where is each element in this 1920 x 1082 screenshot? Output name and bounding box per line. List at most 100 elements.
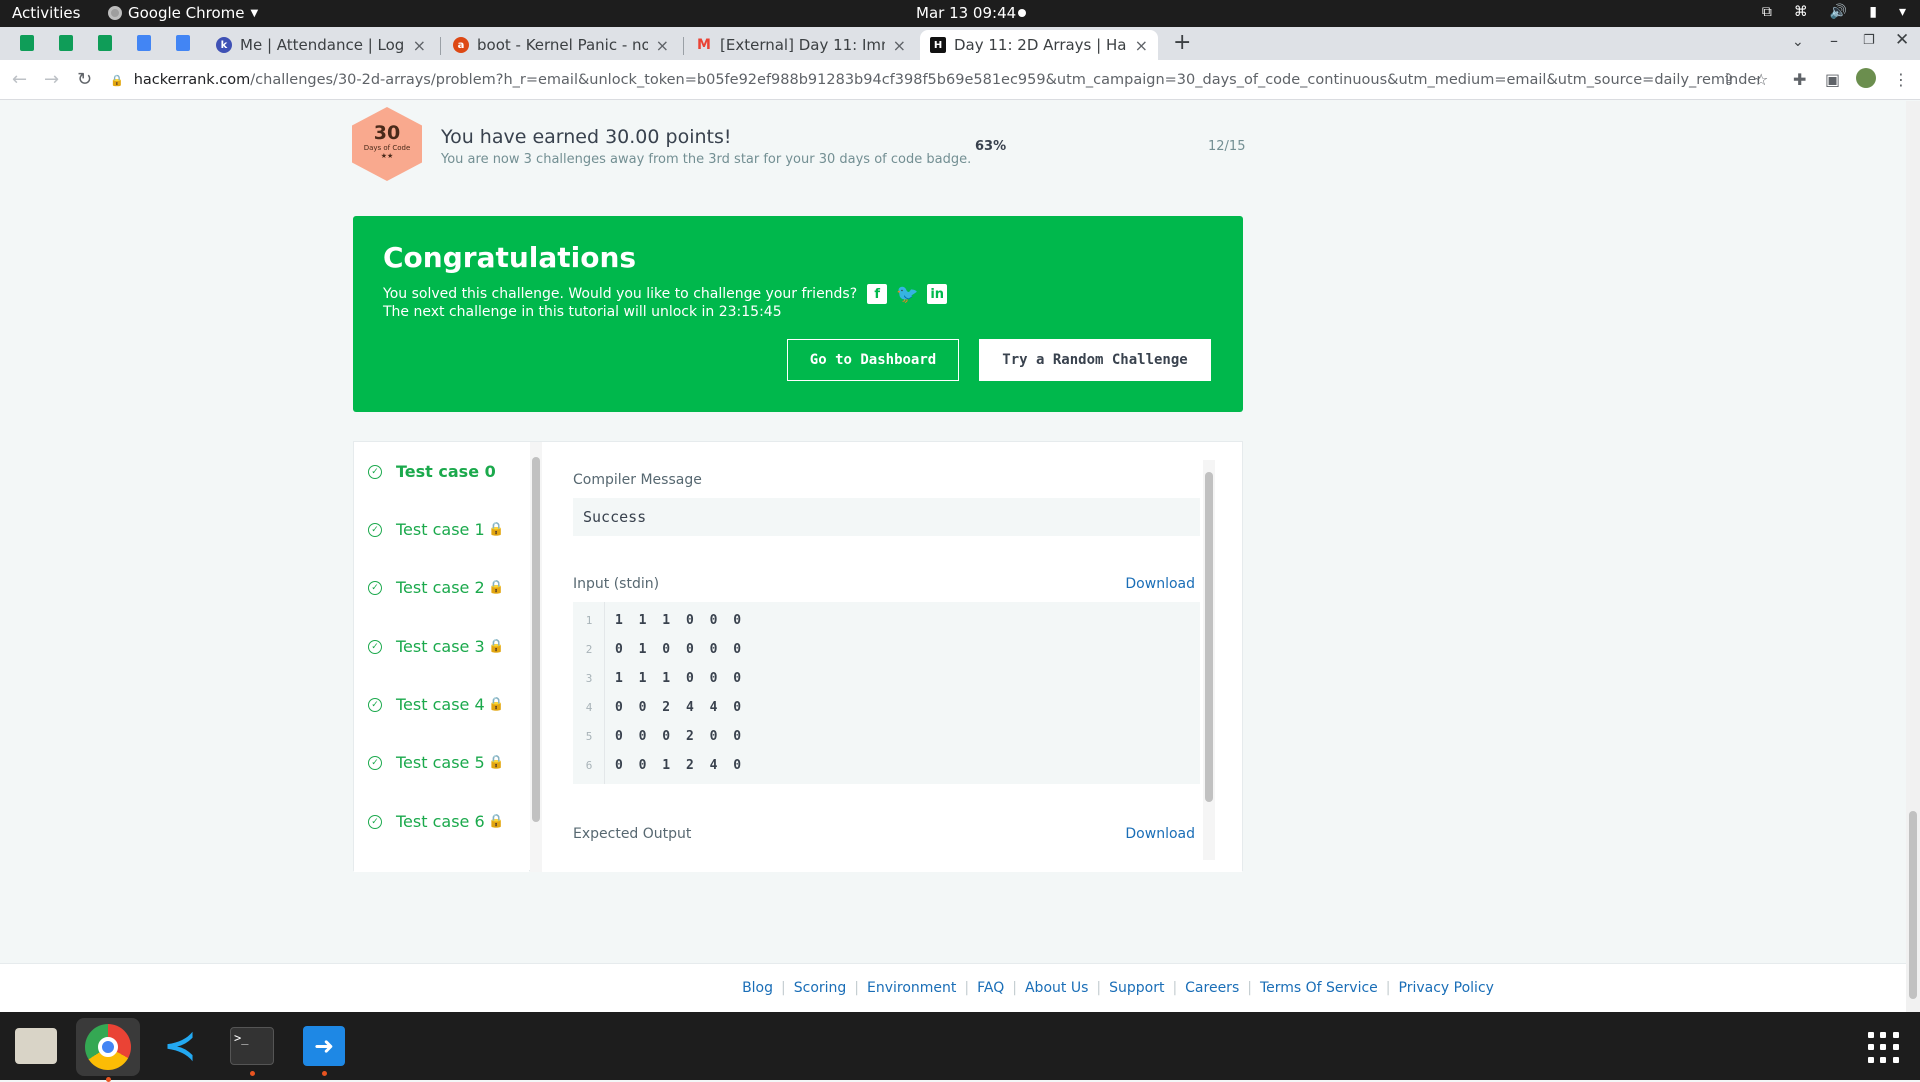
profile-avatar[interactable] <box>1856 68 1876 88</box>
vscode-icon[interactable]: ≺ <box>156 1022 204 1070</box>
twitter-icon[interactable]: 🐦 <box>896 284 918 305</box>
challenge-friends-row: You solved this challenge. Would you lik… <box>383 284 948 305</box>
volume-icon[interactable]: 🔊 <box>1830 4 1847 20</box>
test-case-list: ✓ Test case 0 ✓ Test case 1 🔒 ✓ Test case 2 🔒… <box>354 442 529 872</box>
restore-icon[interactable]: ❐ <box>1863 33 1875 48</box>
test-case-item[interactable]: ✓ Test case 4 🔒 <box>368 695 513 714</box>
test-case-item[interactable]: ✓ Test case 5 🔒 <box>368 753 513 772</box>
random-challenge-button[interactable]: Try a Random Challenge <box>979 339 1211 381</box>
footer-separator: | <box>964 980 970 996</box>
tab-divider <box>683 37 684 55</box>
chrome-menu-icon[interactable]: ⋮ <box>1893 70 1909 89</box>
clock[interactable]: Mar 13 09:44 <box>916 4 1016 22</box>
forward-icon[interactable]: → <box>44 69 59 90</box>
docs-icon[interactable] <box>134 33 154 53</box>
output-scrollbar[interactable] <box>1203 460 1215 860</box>
input-line: 1 1 1 0 0 0 <box>615 613 746 628</box>
line-number: 2 <box>585 643 593 656</box>
lock-icon: 🔒 <box>488 697 505 712</box>
footer-link-scoring[interactable]: Scoring <box>794 980 847 996</box>
footer-link-support[interactable]: Support <box>1109 980 1164 996</box>
minimize-icon[interactable]: – <box>1830 31 1838 50</box>
go-to-dashboard-button[interactable]: Go to Dashboard <box>787 339 959 381</box>
close-tab-icon[interactable]: × <box>413 36 426 55</box>
scrollbar-thumb[interactable] <box>1205 472 1213 802</box>
remote-desktop-icon[interactable]: ➜ <box>300 1022 348 1076</box>
lock-icon: 🔒 <box>488 755 505 770</box>
facebook-icon[interactable]: f <box>867 284 888 304</box>
line-number: 4 <box>585 701 593 714</box>
footer-link-careers[interactable]: Careers <box>1185 980 1239 996</box>
test-case-scrollbar[interactable] <box>530 442 542 872</box>
show-apps-grid-icon[interactable] <box>1868 1032 1900 1064</box>
test-case-item[interactable]: ✓ Test case 2 🔒 <box>368 578 513 597</box>
tab-gmail[interactable]: M [External] Day 11: Immers × <box>686 30 916 60</box>
footer-link-faq[interactable]: FAQ <box>977 980 1004 996</box>
footer-link-blog[interactable]: Blog <box>742 980 773 996</box>
download-expected-link[interactable]: Download <box>1125 826 1195 842</box>
test-case-item[interactable]: ✓ Test case 6 🔒 <box>368 812 513 831</box>
footer-link-terms[interactable]: Terms Of Service <box>1260 980 1378 996</box>
close-tab-icon[interactable]: × <box>893 36 906 55</box>
footer-links: Blog | Scoring | Environment | FAQ | About U… <box>0 963 1906 1012</box>
challenge-friends-text: You solved this challenge. Would you lik… <box>383 286 858 302</box>
check-icon: ✓ <box>368 580 382 595</box>
footer-separator: | <box>854 980 860 996</box>
gmail-icon: M <box>697 37 711 53</box>
sheets-icon[interactable] <box>95 33 115 53</box>
test-case-item[interactable]: ✓ Test case 1 🔒 <box>368 520 513 539</box>
check-icon: ✓ <box>368 464 382 479</box>
close-tab-icon[interactable]: × <box>656 36 669 55</box>
test-case-item[interactable]: ✓ Test case 3 🔒 <box>368 637 513 656</box>
system-tray[interactable]: ⧉ ⌘ 🔊 ▮ ▾ <box>1762 4 1906 20</box>
days-of-code-badge: 30 Days of Code ★★ <box>352 107 422 181</box>
chrome-icon[interactable] <box>76 1018 140 1082</box>
network-icon[interactable]: ⌘ <box>1794 4 1808 20</box>
files-icon[interactable] <box>12 1022 60 1070</box>
tab-title: [External] Day 11: Immers <box>720 36 885 54</box>
app-menu[interactable]: Google Chrome ▼ <box>108 4 258 22</box>
test-case-label: Test case 5 <box>396 753 485 772</box>
app-name: Google Chrome <box>128 4 245 22</box>
scrollbar-thumb[interactable] <box>1909 811 1917 999</box>
line-gutter <box>573 602 605 784</box>
check-icon: ✓ <box>368 639 382 654</box>
check-icon: ✓ <box>368 755 382 770</box>
download-input-link[interactable]: Download <box>1125 576 1195 592</box>
close-window-icon[interactable]: ✕ <box>1895 30 1909 50</box>
new-tab-icon[interactable]: + <box>1173 30 1191 55</box>
battery-icon[interactable]: ▮ <box>1869 4 1877 20</box>
close-tab-icon[interactable]: × <box>1135 36 1148 55</box>
activities-button[interactable]: Activities <box>12 4 80 22</box>
screen-share-icon[interactable]: ⧉ <box>1762 4 1772 20</box>
share-icon[interactable]: ⇪ <box>1722 70 1735 89</box>
footer-link-environment[interactable]: Environment <box>867 980 956 996</box>
badge-number: 30 <box>373 122 401 144</box>
terminal-icon[interactable]: >_ <box>228 1022 276 1076</box>
input-line: 0 0 0 2 0 0 <box>615 729 746 744</box>
url-host: hackerrank.com <box>133 72 251 88</box>
reload-icon[interactable]: ↻ <box>77 69 92 90</box>
test-case-item[interactable]: ✓ Test case 0 <box>368 462 513 481</box>
linkedin-icon[interactable]: in <box>927 284 948 304</box>
scrollbar-thumb[interactable] <box>532 457 540 822</box>
tab-search-icon[interactable]: ⌄ <box>1792 34 1804 50</box>
side-panel-icon[interactable]: ▣ <box>1825 70 1840 89</box>
footer-link-about[interactable]: About Us <box>1025 980 1088 996</box>
tab-title: Day 11: 2D Arrays | Hacke <box>954 36 1127 54</box>
sheets-icon[interactable] <box>17 33 37 53</box>
test-results-panel: ✓ Test case 0 ✓ Test case 1 🔒 ✓ Test case 2 🔒… <box>353 441 1243 872</box>
sheets-icon[interactable] <box>56 33 76 53</box>
bookmark-star-icon[interactable]: ☆ <box>1754 70 1768 89</box>
back-icon[interactable]: ← <box>12 69 27 90</box>
power-menu-icon[interactable]: ▾ <box>1899 4 1906 20</box>
docs-icon[interactable] <box>173 33 193 53</box>
url-field[interactable]: 🔒 hackerrank.com/challenges/30-2d-arrays… <box>110 66 1760 94</box>
test-case-label: Test case 2 <box>396 578 485 597</box>
tab-askubuntu[interactable]: a boot - Kernel Panic - not s × <box>443 30 679 60</box>
footer-link-privacy[interactable]: Privacy Policy <box>1399 980 1494 996</box>
page-scrollbar[interactable] <box>1906 101 1920 1012</box>
tab-attendance[interactable]: k Me | Attendance | Logs × <box>206 30 436 60</box>
extensions-icon[interactable]: ✚ <box>1793 70 1806 89</box>
tab-hackerrank-active[interactable]: H Day 11: 2D Arrays | Hacke × <box>920 30 1158 60</box>
